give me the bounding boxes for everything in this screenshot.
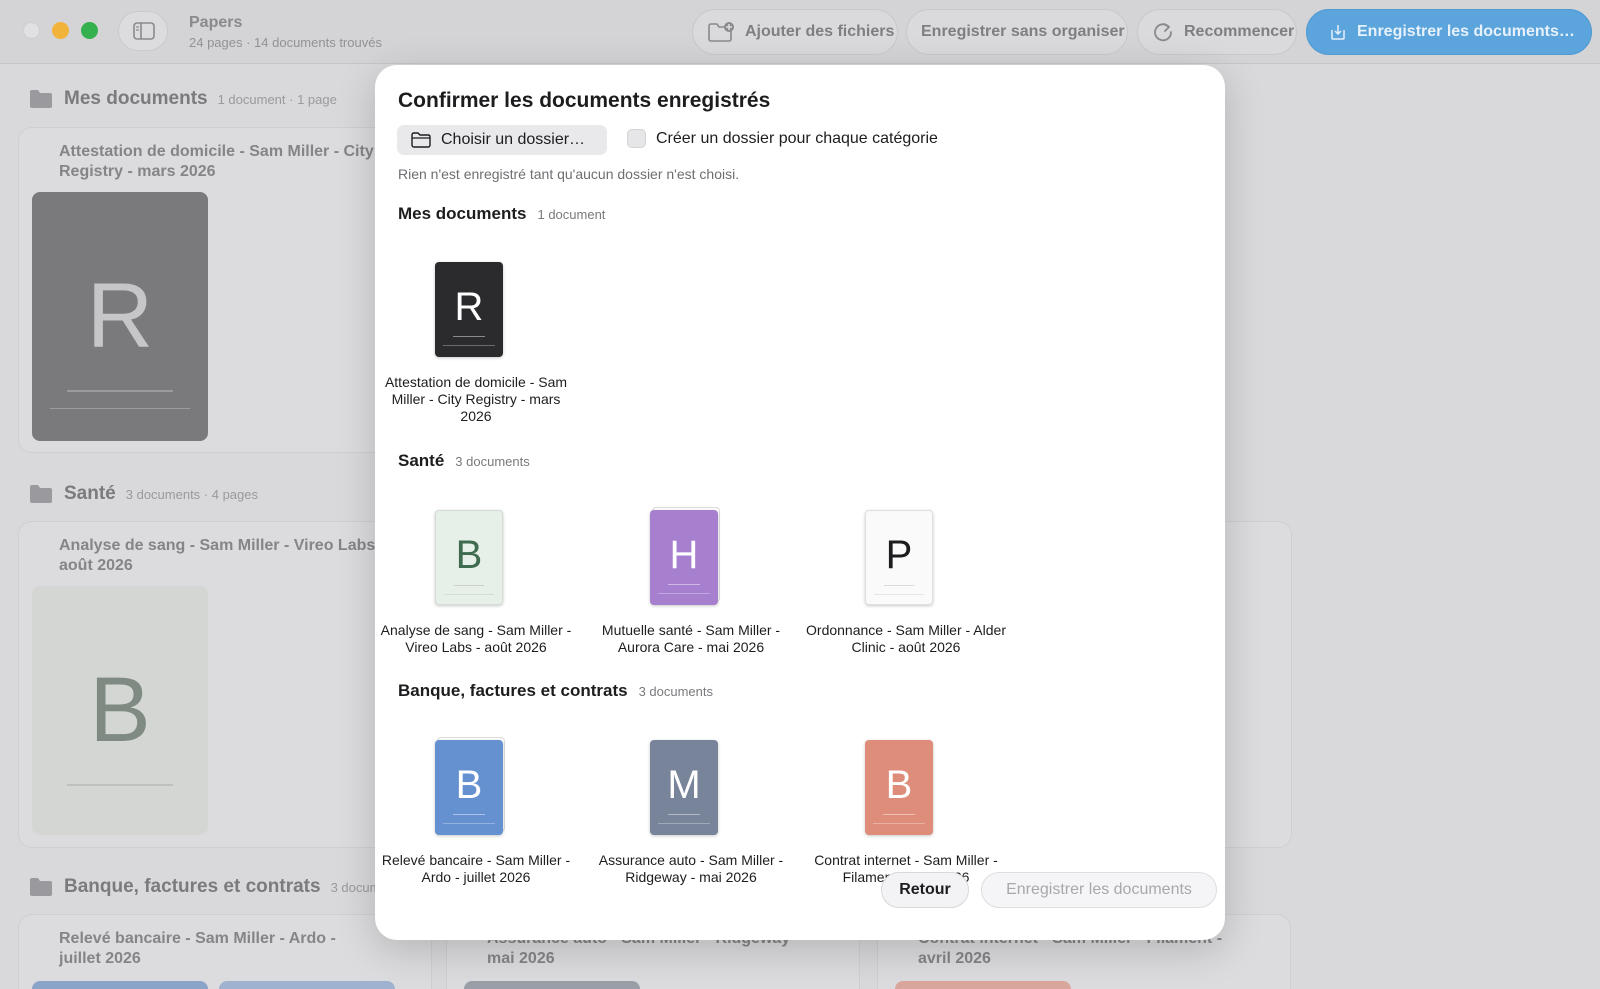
- section-count: 3 documents: [638, 684, 713, 699]
- document-name: Ordonnance - Sam Miller - Alder Clinic -…: [806, 622, 1006, 655]
- app-subtitle: 24 pages · 14 documents trouvés: [189, 35, 382, 50]
- document-thumbnail: [895, 981, 1071, 989]
- section-title: Mes documents: [64, 88, 208, 109]
- create-folder-per-category-label: Créer un dossier pour chaque catégorie: [656, 129, 938, 147]
- document-thumbnail: B: [865, 740, 933, 835]
- section-header-mes-documents: Mes documents 1 document · 1 page: [64, 88, 337, 110]
- folder-icon: [30, 90, 52, 108]
- create-folder-per-category-toggle[interactable]: Créer un dossier pour chaque catégorie: [627, 129, 938, 148]
- document-card[interactable]: Relevé bancaire - Sam Miller - Ardo - ju…: [18, 914, 432, 989]
- restart-label: Recommencer: [1184, 23, 1295, 40]
- document-list[interactable]: Mes documents 1 document R Attestation d…: [375, 185, 1225, 940]
- section-title: Santé: [398, 451, 445, 470]
- toolbar: Papers 24 pages · 14 documents trouvés A…: [0, 0, 1600, 64]
- dialog-title: Confirmer les documents enregistrés: [398, 89, 771, 112]
- folder-icon: [30, 878, 52, 896]
- section-title: Mes documents: [398, 204, 527, 223]
- back-button[interactable]: Retour: [881, 872, 969, 908]
- section-title: Banque, factures et contrats: [398, 681, 628, 700]
- document-thumbnail: [32, 981, 208, 989]
- thumbnail-letter: B: [89, 659, 151, 761]
- folder-icon: [411, 132, 431, 148]
- confirm-save-dialog: Confirmer les documents enregistrés Choi…: [375, 65, 1225, 940]
- document-thumbnail: R: [32, 192, 208, 441]
- app-title: Papers: [189, 14, 243, 31]
- section-header-sante: Santé 3 documents · 4 pages: [64, 483, 258, 505]
- choose-folder-button[interactable]: Choisir un dossier…: [397, 125, 607, 155]
- section-count: 3 documents: [455, 454, 530, 469]
- save-documents-label: Enregistrer les documents…: [1357, 23, 1575, 40]
- thumbnail-letter: B: [455, 763, 483, 807]
- thumbnail-letter: M: [667, 763, 701, 807]
- document-thumbnail: B: [435, 740, 503, 835]
- folder-plus-icon: [708, 22, 734, 42]
- document-thumbnail: P: [865, 510, 933, 605]
- thumbnail-letter: B: [455, 533, 483, 577]
- choose-folder-label: Choisir un dossier…: [441, 131, 586, 148]
- checkbox[interactable]: [627, 129, 646, 148]
- document-thumbnail: [464, 981, 640, 989]
- document-name: Analyse de sang - Sam Miller - Vireo Lab…: [380, 622, 572, 655]
- restart-icon: [1154, 23, 1172, 42]
- restart-button[interactable]: Recommencer: [1137, 9, 1297, 55]
- add-files-label: Ajouter des fichiers: [745, 23, 895, 40]
- document-card[interactable]: Attestation de domicile - Sam Miller - C…: [18, 127, 418, 453]
- thumbnail-letter: P: [885, 533, 913, 577]
- save-documents-dialog-button[interactable]: Enregistrer les documents: [981, 872, 1217, 908]
- window-zoom-button[interactable]: [81, 22, 98, 39]
- document-thumbnail: B: [435, 510, 503, 605]
- hint-text: Rien n'est enregistré tant qu'aucun doss…: [398, 166, 740, 182]
- section-meta: 3 documents · 4 pages: [125, 487, 258, 502]
- document-name: Mutuelle santé - Sam Miller - Aurora Car…: [601, 622, 781, 655]
- save-unorganized-button[interactable]: Enregistrer sans organiser: [906, 9, 1128, 55]
- save-unorganized-label: Enregistrer sans organiser: [921, 23, 1125, 40]
- document-thumbnail: H: [650, 510, 718, 605]
- section-header: Santé 3 documents: [398, 451, 530, 471]
- folder-icon: [30, 485, 52, 503]
- document-card-title: Analyse de sang - Sam Miller - Vireo Lab…: [59, 537, 386, 574]
- save-download-icon: [1331, 25, 1345, 40]
- thumbnail-letter: H: [669, 533, 699, 577]
- section-header: Banque, factures et contrats 3 documents: [398, 681, 713, 701]
- document-card-title: Relevé bancaire - Sam Miller - Ardo - ju…: [59, 930, 336, 967]
- sidebar-toggle-button[interactable]: [118, 11, 168, 51]
- section-header: Mes documents 1 document: [398, 204, 605, 224]
- section-title: Banque, factures et contrats: [64, 876, 321, 897]
- window-close-button[interactable]: [23, 22, 40, 39]
- document-name: Attestation de domicile - Sam Miller - C…: [384, 374, 568, 424]
- document-card-title: Attestation de domicile - Sam Miller - C…: [59, 143, 374, 180]
- document-name: Relevé bancaire - Sam Miller - Ardo - ju…: [381, 852, 571, 885]
- section-count: 1 document: [537, 207, 606, 222]
- add-files-button[interactable]: Ajouter des fichiers: [692, 9, 898, 55]
- document-name: Assurance auto - Sam Miller - Ridgeway -…: [598, 852, 784, 885]
- section-meta: 1 document · 1 page: [217, 92, 337, 107]
- document-thumbnail: M: [650, 740, 718, 835]
- document-thumbnail: R: [435, 262, 503, 357]
- document-thumbnail: B: [32, 586, 208, 835]
- thumbnail-letter: R: [454, 285, 484, 329]
- document-thumbnail: [219, 981, 395, 989]
- save-documents-button[interactable]: Enregistrer les documents…: [1306, 9, 1592, 55]
- thumbnail-letter: B: [885, 763, 913, 807]
- thumbnail-letter: R: [86, 265, 154, 367]
- sidebar-icon: [133, 22, 155, 40]
- section-title: Santé: [64, 483, 116, 504]
- window-minimize-button[interactable]: [52, 22, 69, 39]
